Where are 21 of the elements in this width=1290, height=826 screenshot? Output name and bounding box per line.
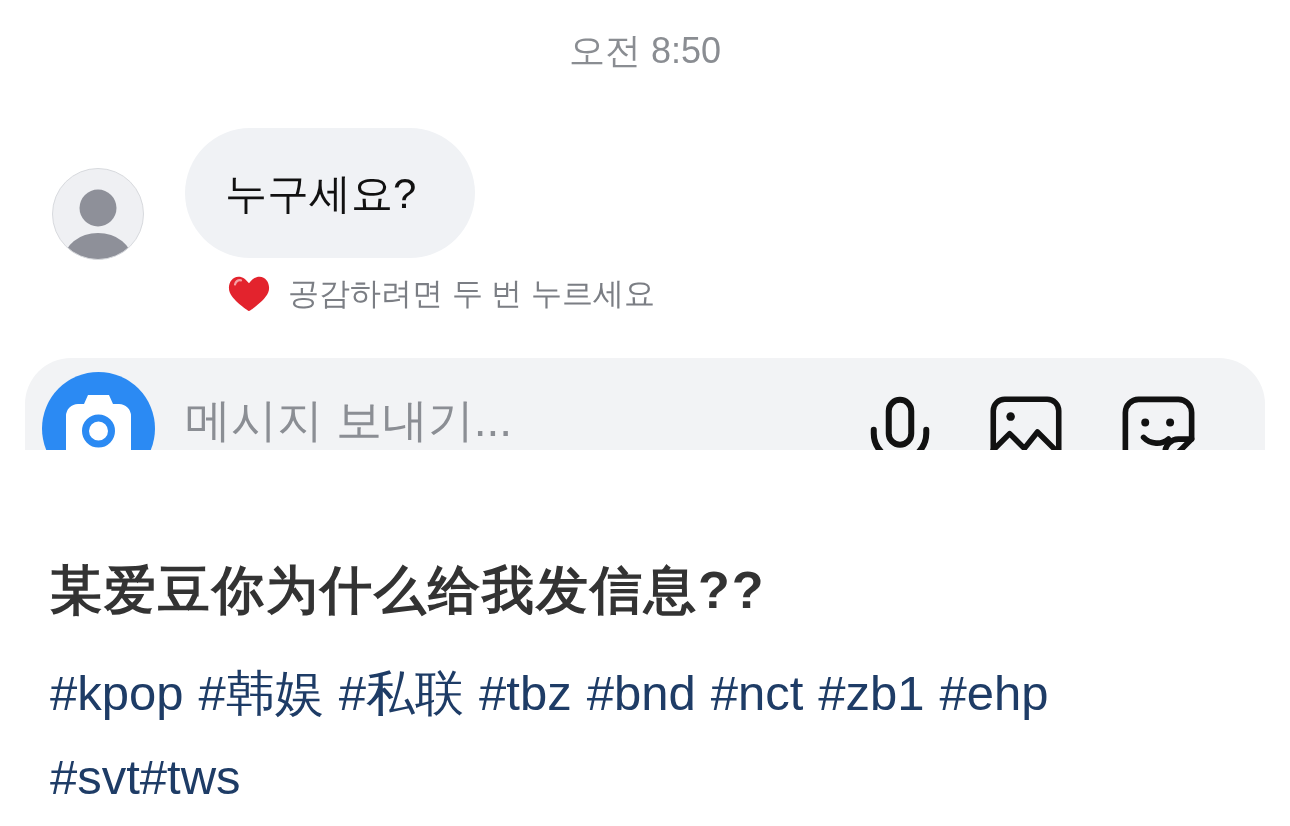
sticker-smiley-icon[interactable] (1122, 396, 1195, 450)
hashtag-link[interactable]: #私联 (338, 661, 465, 725)
reaction-hint-text: 공감하려면 두 번 누르세요 (288, 275, 655, 313)
avatar-silhouette-icon (52, 168, 144, 260)
post-title: 某爱豆你为什么给我发信息?? (50, 560, 766, 620)
hashtag-link[interactable]: #kpop (50, 661, 184, 725)
heart-icon (228, 275, 270, 313)
hashtag-link[interactable]: #zb1 (818, 661, 925, 725)
camera-button-icon[interactable] (42, 372, 155, 450)
message-composer[interactable]: 메시지 보내기... (25, 358, 1265, 450)
message-input-field[interactable]: 메시지 보내기... (185, 394, 850, 446)
hashtag-link[interactable]: #bnd (586, 661, 696, 725)
hashtag-link[interactable]: #ehp (939, 661, 1049, 725)
message-bubble: 누구세요? (185, 128, 475, 258)
hashtag-link[interactable]: #svt#tws (50, 745, 241, 809)
hashtag-link[interactable]: #nct (710, 661, 804, 725)
microphone-icon[interactable] (870, 396, 930, 450)
hashtag-link[interactable]: #tbz (479, 661, 572, 725)
message-timestamp: 오전 8:50 (568, 29, 722, 73)
hashtag-link[interactable]: #韩娱 (198, 661, 324, 725)
image-icon[interactable] (990, 396, 1062, 450)
